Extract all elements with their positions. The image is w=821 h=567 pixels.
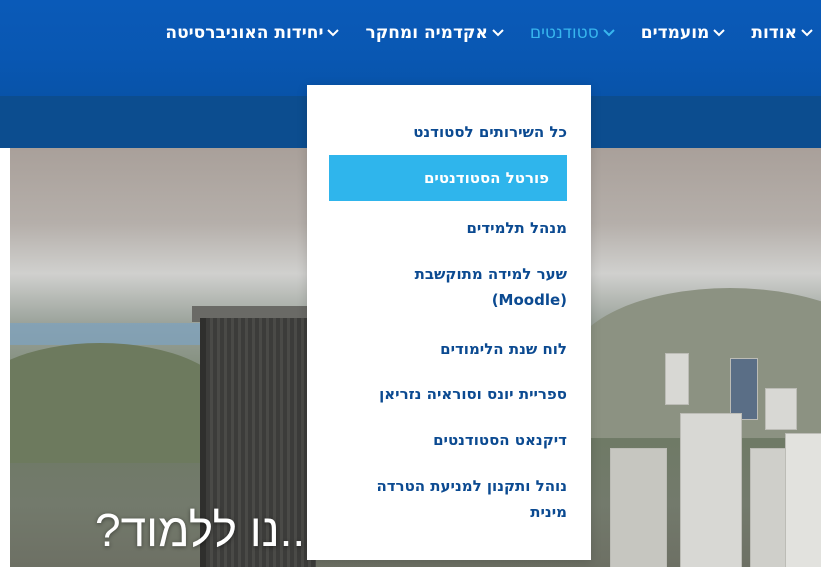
nav-menu: אודות מועמדים סטודנטים אקדמיה ומחקר יחיד… — [165, 18, 813, 48]
nav-item-label: אודות — [751, 23, 797, 43]
chevron-down-icon — [603, 29, 615, 37]
building-shape — [730, 358, 758, 420]
hero-title: ...נו ללמוד? — [95, 504, 318, 556]
nav-item-label: מועמדים — [640, 23, 710, 43]
building-shape — [765, 388, 797, 430]
dropdown-item-student-administration[interactable]: מנהל תלמידים — [307, 215, 591, 241]
chevron-down-icon — [492, 29, 504, 37]
building-shape — [785, 433, 821, 567]
nav-item-about[interactable]: אודות — [751, 23, 813, 43]
dropdown-item-library[interactable]: ספריית יונס וסוראיה נזריאן — [307, 381, 591, 407]
nav-item-students[interactable]: סטודנטים — [530, 23, 615, 43]
nav-item-label: אקדמיה ומחקר — [365, 23, 488, 43]
nav-item-university-units[interactable]: יחידות האוניברסיטה — [165, 23, 340, 43]
nav-item-label: סטודנטים — [529, 23, 599, 43]
top-navigation: אודות מועמדים סטודנטים אקדמיה ומחקר יחיד… — [0, 0, 821, 96]
dropdown-item-dean-of-students[interactable]: דיקנאט הסטודנטים — [307, 427, 591, 453]
hill-shape — [10, 343, 230, 463]
dropdown-item-moodle[interactable]: שער למידה מתוקשבת (Moodle) — [351, 261, 591, 313]
building-shape — [680, 413, 742, 567]
dropdown-item-all-student-services[interactable]: כל השירותים לסטודנט — [307, 119, 591, 145]
chevron-down-icon — [713, 29, 726, 37]
nav-item-candidates[interactable]: מועמדים — [641, 23, 726, 43]
page: אודות מועמדים סטודנטים אקדמיה ומחקר יחיד… — [0, 0, 821, 567]
dropdown-item-sexual-harassment-policy[interactable]: נוהל ותקנון למניעת הטרדה מינית — [351, 473, 591, 525]
nav-item-label: יחידות האוניברסיטה — [165, 23, 324, 43]
building-shape — [610, 448, 667, 567]
students-dropdown-menu: כל השירותים לסטודנט פורטל הסטודנטים מנהל… — [307, 85, 591, 560]
chevron-down-icon — [801, 29, 813, 37]
chevron-down-icon — [327, 29, 340, 37]
building-shape — [665, 353, 689, 405]
dropdown-item-student-portal[interactable]: פורטל הסטודנטים — [329, 155, 567, 201]
nav-item-academia-research[interactable]: אקדמיה ומחקר — [365, 23, 504, 43]
dropdown-item-academic-calendar[interactable]: לוח שנת הלימודים — [307, 336, 591, 362]
